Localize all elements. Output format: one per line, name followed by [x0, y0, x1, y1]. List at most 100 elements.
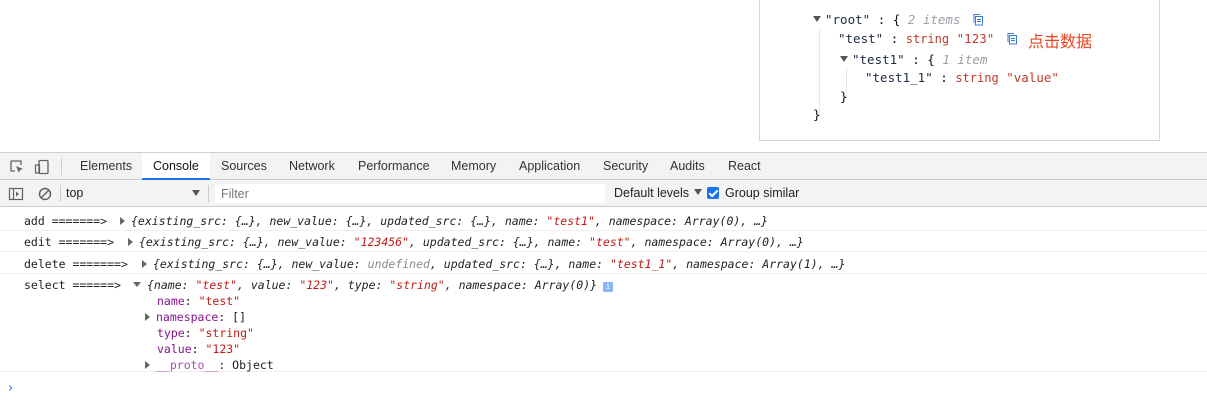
tab-application[interactable]: Application: [508, 153, 591, 179]
undefined-value: undefined: [367, 257, 430, 271]
object-text: , type:: [333, 278, 390, 292]
object-text: {existing_src: {…}, new_value:: [153, 257, 368, 271]
object-text: {existing_src: {…}, new_value: {…}, upda…: [131, 214, 547, 228]
expand-triangle-icon[interactable]: [128, 238, 133, 246]
console-message-delete: delete =======> {existing_src: {…}, new_…: [0, 253, 1207, 274]
string-value: "test": [589, 235, 631, 249]
console-toolbar: top Default levels Group similar: [0, 180, 1207, 207]
object-text: {name:: [147, 278, 196, 292]
expand-triangle-icon[interactable]: [142, 260, 147, 268]
json-string-value[interactable]: "value": [1006, 70, 1059, 85]
tab-security[interactable]: Security: [592, 153, 659, 179]
tab-react[interactable]: React: [717, 153, 772, 179]
annotation-text: 点击数据: [1028, 32, 1093, 51]
toolbar-divider: [60, 185, 61, 202]
property-key: value: [157, 342, 192, 356]
string-value: "string": [389, 278, 445, 292]
json-test1-1-row[interactable]: "test1_1" : string "value": [865, 70, 1059, 86]
copy-to-clipboard-icon[interactable]: [972, 13, 984, 26]
filter-input[interactable]: [215, 184, 605, 203]
inspect-element-icon[interactable]: [9, 159, 25, 175]
copy-to-clipboard-icon[interactable]: [1006, 32, 1018, 45]
json-type-label: string: [955, 71, 999, 85]
property-key: __proto__: [156, 358, 219, 372]
string-value: "test1_1": [609, 257, 673, 271]
json-type-label: string: [905, 32, 950, 46]
property-row-expandable[interactable]: __proto__: Object: [145, 358, 274, 373]
group-similar-label: Group similar: [725, 186, 800, 200]
console-prompt-chevron-icon[interactable]: ›: [8, 381, 13, 396]
tab-sources[interactable]: Sources: [210, 153, 278, 179]
chevron-down-icon: [694, 189, 703, 195]
toolbar-divider: [61, 158, 62, 175]
json-key: "test": [838, 31, 884, 46]
string-value: "test1": [546, 214, 595, 228]
toolbar-divider: [208, 185, 209, 202]
json-brace-open: : {: [877, 12, 901, 27]
property-row: name: "test": [157, 294, 241, 308]
log-label: delete =======>: [24, 257, 128, 271]
chevron-down-icon: [192, 190, 200, 196]
property-key: name: [157, 294, 185, 308]
object-preview[interactable]: {existing_src: {…}, new_value: {…}, upda…: [120, 214, 768, 229]
devtools-panel: Elements Console Sources Network Perform…: [0, 152, 1207, 401]
property-value: "string": [198, 326, 254, 340]
object-text: , updated_src: {…}, name:: [409, 235, 590, 249]
group-similar-checkbox[interactable]: [707, 187, 719, 199]
json-item-count: 1 item: [942, 52, 988, 67]
object-text: , updated_src: {…}, name:: [429, 257, 610, 271]
devtools-tab-bar: Elements Console Sources Network Perform…: [0, 153, 1207, 180]
object-preview[interactable]: {existing_src: {…}, new_value: undefined…: [142, 257, 845, 272]
object-text: , value:: [237, 278, 300, 292]
expand-triangle-icon[interactable]: [145, 361, 150, 369]
property-value: "test": [198, 294, 241, 308]
console-message-select: select ======> {name: "test", value: "12…: [0, 274, 1207, 372]
string-value: "test": [195, 278, 238, 292]
clear-console-icon[interactable]: [37, 186, 53, 202]
object-preview[interactable]: {name: "test", value: "123", type: "stri…: [133, 278, 614, 293]
tab-memory[interactable]: Memory: [440, 153, 507, 179]
json-key: "root": [825, 12, 871, 27]
tab-performance[interactable]: Performance: [347, 153, 441, 179]
tab-console[interactable]: Console: [142, 153, 210, 180]
log-label: add =======>: [24, 214, 108, 228]
property-value: Object: [232, 358, 274, 372]
log-label: edit =======>: [24, 235, 115, 249]
log-levels-dropdown[interactable]: Default levels: [614, 184, 703, 203]
sidebar-toggle-icon[interactable]: [8, 186, 24, 202]
json-test1-row[interactable]: "test1" : { 1 item: [840, 52, 987, 68]
string-value: "123": [299, 278, 334, 292]
tab-network[interactable]: Network: [278, 153, 346, 179]
log-label: select ======>: [24, 278, 121, 292]
property-key: type: [157, 326, 185, 340]
json-brace-close: }: [813, 107, 821, 122]
json-string-value[interactable]: "123": [957, 31, 995, 46]
collapse-triangle-icon[interactable]: [840, 56, 848, 62]
property-row: value: "123": [157, 342, 241, 356]
collapse-triangle-icon[interactable]: [813, 16, 821, 22]
log-levels-label: Default levels: [614, 186, 690, 200]
collapse-triangle-icon[interactable]: [133, 282, 141, 287]
json-colon: :: [940, 70, 948, 85]
context-selector-value: top: [66, 186, 84, 200]
page-content-area: "root" : { 2 items "test" : string "123"…: [0, 0, 1207, 152]
context-selector[interactable]: top: [66, 184, 206, 202]
object-preview[interactable]: {existing_src: {…}, new_value: "123456",…: [128, 235, 804, 250]
expand-triangle-icon[interactable]: [120, 217, 125, 225]
json-root-row[interactable]: "root" : { 2 items: [813, 12, 984, 28]
json-key: "test1_1": [865, 70, 933, 85]
info-icon[interactable]: i: [603, 282, 614, 292]
json-brace-close: }: [840, 89, 848, 104]
tab-elements[interactable]: Elements: [69, 153, 143, 179]
json-key: "test1": [852, 52, 905, 67]
tab-audits[interactable]: Audits: [659, 153, 716, 179]
json-item-count: 2 items: [907, 12, 961, 27]
device-toolbar-icon[interactable]: [34, 159, 50, 175]
object-text: {existing_src: {…}, new_value:: [139, 235, 354, 249]
property-value: "123": [205, 342, 241, 356]
expand-triangle-icon[interactable]: [145, 313, 150, 321]
property-value: []: [232, 310, 247, 324]
console-message-edit: edit =======> {existing_src: {…}, new_va…: [0, 231, 1207, 252]
json-test-row[interactable]: "test" : string "123": [838, 31, 1018, 47]
property-row-expandable[interactable]: namespace: []: [145, 310, 246, 325]
